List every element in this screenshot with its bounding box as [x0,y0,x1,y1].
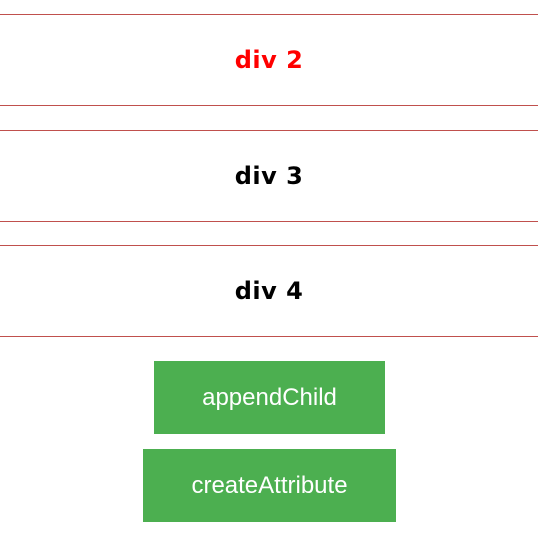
append-child-button[interactable]: appendChild [154,361,385,434]
div-3-label: div 3 [234,162,304,190]
div-4-label: div 4 [234,277,304,305]
div-4-box: div 4 [0,245,538,337]
div-2-box: div 2 [0,14,538,106]
div-3-box: div 3 [0,130,538,222]
create-attribute-button[interactable]: createAttribute [143,449,396,522]
div-2-label: div 2 [234,46,304,74]
